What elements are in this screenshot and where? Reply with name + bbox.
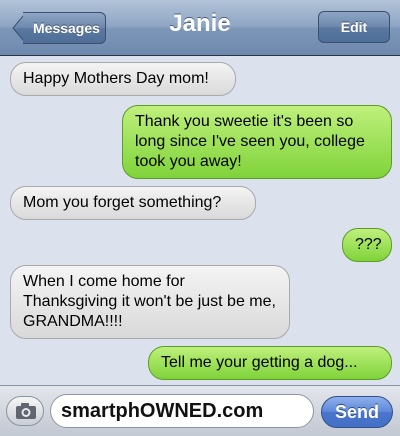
edit-button[interactable]: Edit: [318, 11, 390, 43]
message-bubble-sent: Tell me your getting a dog...: [148, 346, 392, 380]
send-button[interactable]: Send: [321, 396, 393, 428]
camera-icon: [16, 403, 36, 419]
message-bubble-received: Happy Mothers Day mom!: [10, 62, 236, 96]
message-bubble-received: Mom you forget something?: [10, 186, 256, 220]
compose-bar: smartphOWNED.com Send: [0, 385, 400, 436]
message-bubble-sent: Thank you sweetie it's been so long sinc…: [122, 105, 392, 179]
message-input[interactable]: smartphOWNED.com: [50, 394, 314, 428]
message-bubble-received: When I come home for Thanksgiving it won…: [10, 265, 290, 339]
message-bubble-sent: ???: [342, 228, 392, 262]
navigation-bar: Messages Janie Edit: [0, 0, 400, 56]
camera-button[interactable]: [6, 396, 44, 426]
